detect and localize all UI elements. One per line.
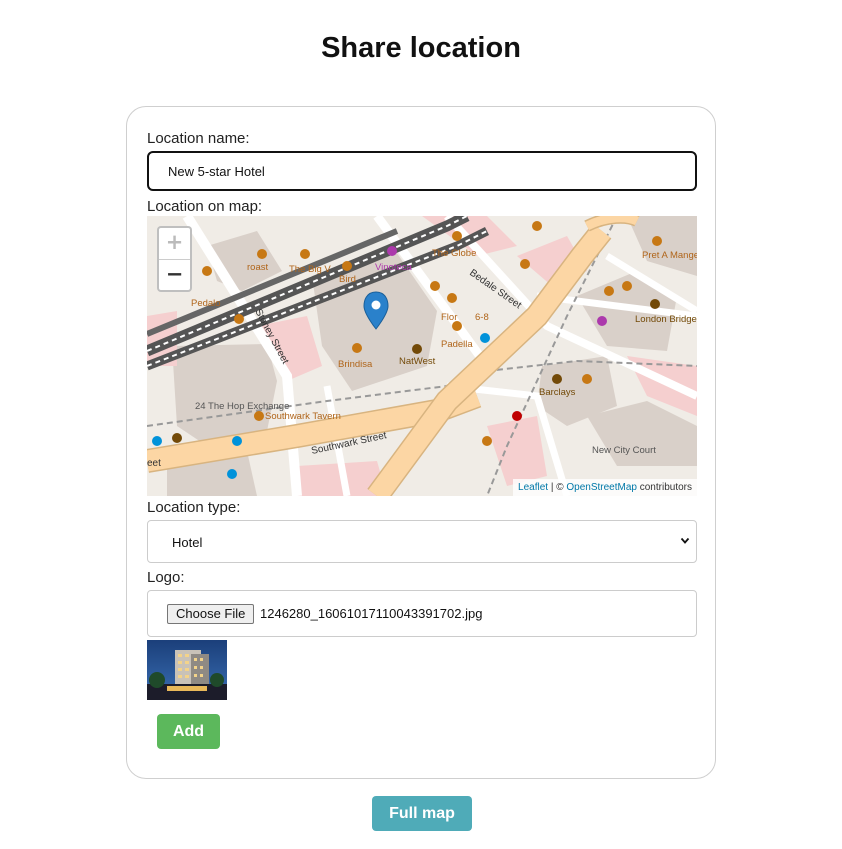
map-label-new-city-court: New City Court bbox=[592, 445, 656, 456]
map-label-the-big-v: The Big V bbox=[289, 264, 331, 275]
zoom-in-button[interactable]: + bbox=[159, 228, 190, 259]
map-label-6-8: 6-8 bbox=[475, 312, 489, 323]
map-label-bird: Bird bbox=[339, 274, 356, 285]
map-label-padella: Padella bbox=[441, 339, 473, 350]
map-label-pedalo: Pedalo bbox=[191, 298, 221, 309]
map-label-brindisa: Brindisa bbox=[338, 359, 373, 370]
map-street-fragment: eet bbox=[147, 458, 161, 469]
map-attribution: Leaflet | © OpenStreetMap contributors bbox=[513, 479, 697, 496]
map-label-roast: roast bbox=[247, 262, 268, 273]
map-tiles: roast The Big V Bird Pedalo Vinoteca The… bbox=[147, 216, 697, 496]
add-button[interactable]: Add bbox=[157, 714, 220, 749]
map-label-natwest: NatWest bbox=[399, 356, 436, 367]
location-type-label: Location type: bbox=[147, 499, 241, 516]
page-title: Share location bbox=[321, 32, 521, 64]
map-label-flor: Flor bbox=[441, 312, 457, 323]
location-type-value: Hotel bbox=[172, 535, 203, 550]
map-label-post-office: London Bridge Post Office bbox=[635, 314, 697, 325]
location-type-select[interactable]: Hotel bbox=[147, 520, 697, 563]
full-map-button[interactable]: Full map bbox=[372, 796, 472, 831]
choose-file-button[interactable]: Choose File bbox=[167, 604, 255, 624]
location-name-input[interactable] bbox=[147, 151, 697, 191]
share-location-page: Share location Location name: Location o… bbox=[0, 0, 842, 849]
leaflet-link[interactable]: Leaflet bbox=[518, 482, 548, 493]
location-name-label: Location name: bbox=[147, 130, 250, 147]
location-map[interactable]: roast The Big V Bird Pedalo Vinoteca The… bbox=[147, 216, 697, 496]
hotel-photo-icon bbox=[147, 640, 227, 700]
chevron-down-icon bbox=[680, 537, 690, 544]
map-zoom-control: + − bbox=[157, 226, 192, 292]
selected-file-name: 1246280_16061017110043391702.jpg bbox=[260, 606, 483, 621]
logo-file-input: Choose File 1246280_16061017110043391702… bbox=[147, 590, 697, 637]
logo-label: Logo: bbox=[147, 569, 185, 586]
map-label-pret-a-manger: Pret A Manger bbox=[642, 250, 697, 261]
map-label-vinoteca: Vinoteca bbox=[375, 262, 413, 273]
attribution-suffix: contributors bbox=[639, 482, 692, 493]
map-label-the-globe: The Globe bbox=[432, 248, 476, 259]
zoom-out-button[interactable]: − bbox=[159, 259, 190, 290]
logo-preview-image bbox=[147, 640, 227, 700]
map-label-barclays: Barclays bbox=[539, 387, 576, 398]
map-label-southwark-tavern: Southwark Tavern bbox=[265, 411, 341, 422]
attribution-separator: | © bbox=[550, 482, 564, 493]
location-on-map-label: Location on map: bbox=[147, 198, 263, 215]
openstreetmap-link[interactable]: OpenStreetMap bbox=[566, 482, 637, 493]
